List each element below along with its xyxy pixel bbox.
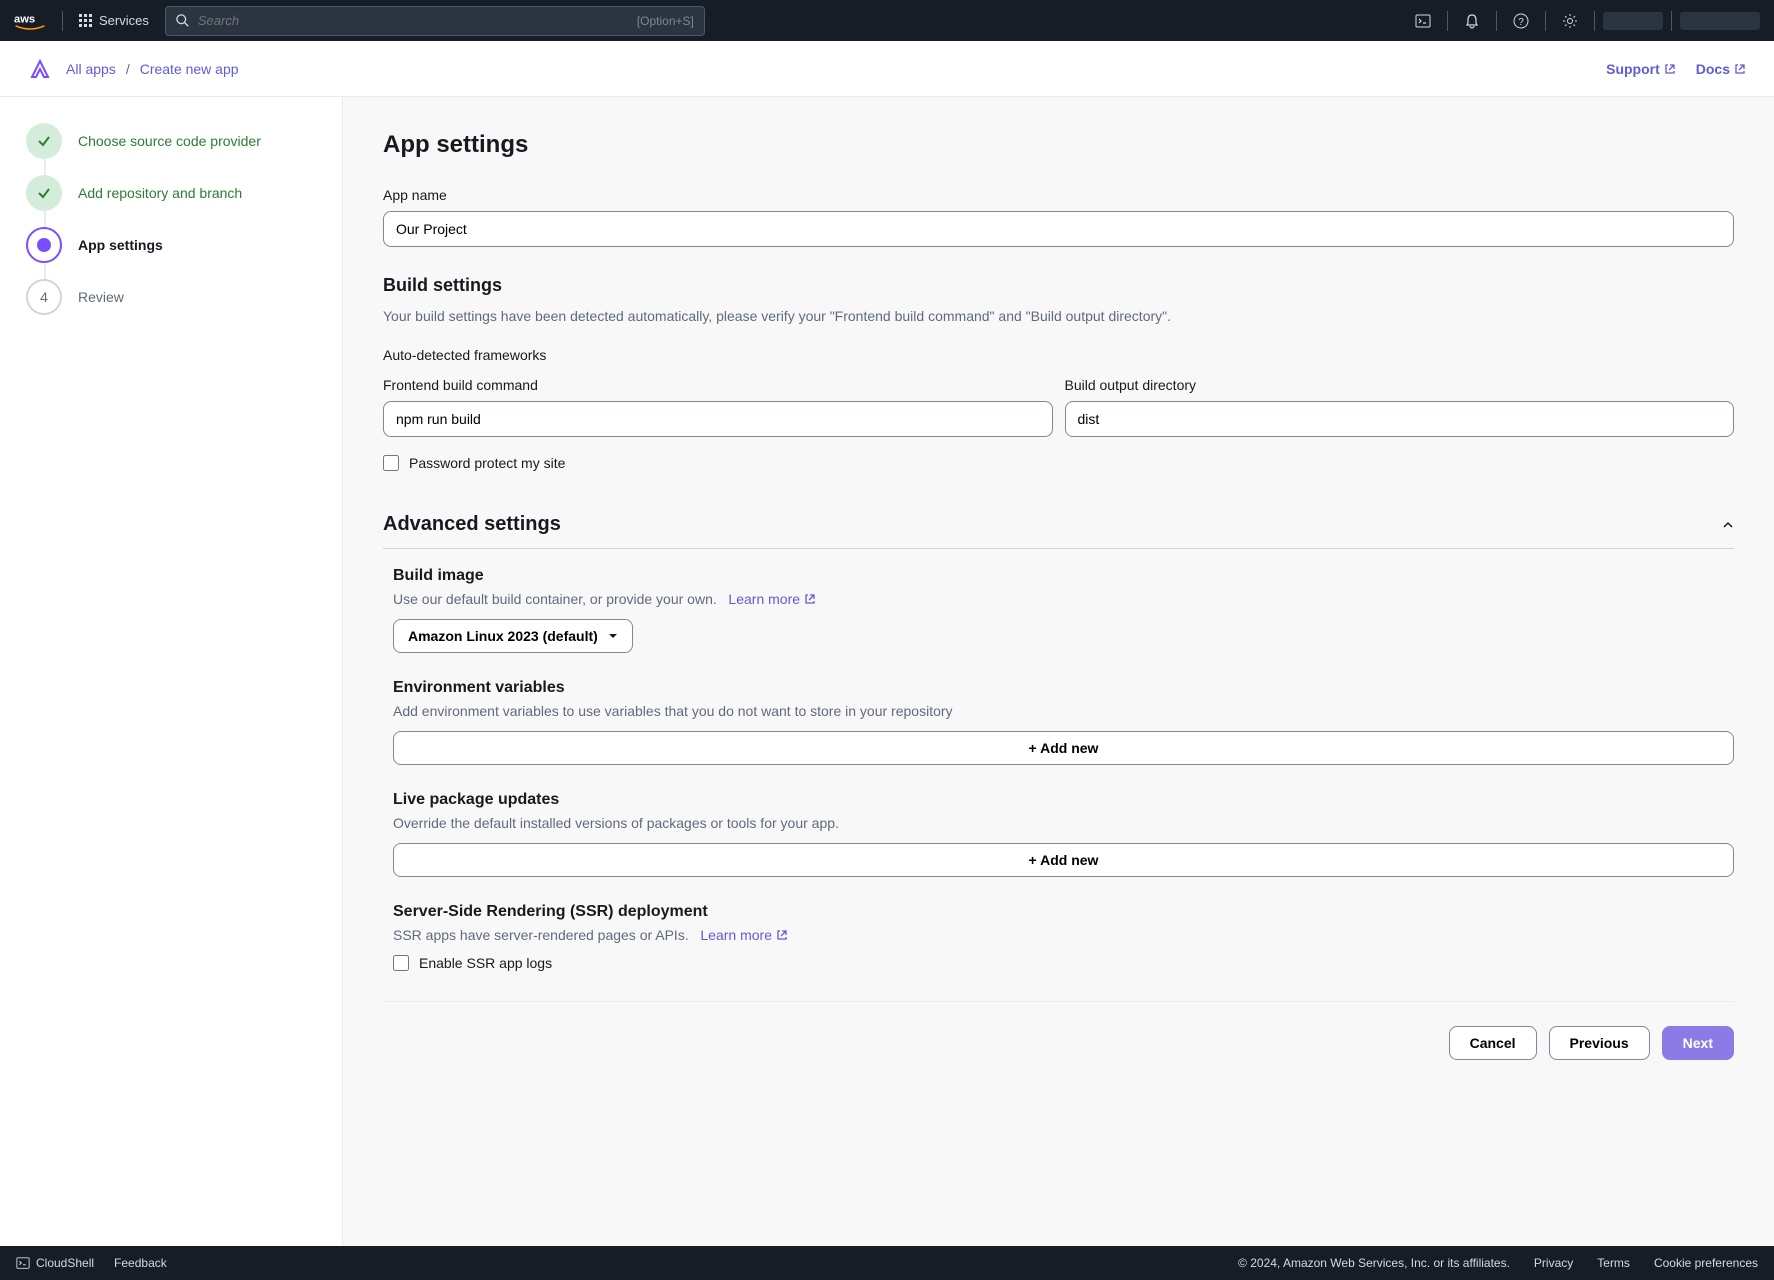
content-area: App settings App name Build settings You… [342,97,1774,1246]
step-repository[interactable]: Add repository and branch [26,175,316,211]
step-label: Add repository and branch [78,185,242,201]
svg-text:?: ? [1518,17,1524,28]
cloudshell-link[interactable]: CloudShell [16,1256,94,1270]
notifications-icon[interactable] [1456,6,1488,36]
build-settings-desc: Your build settings have been detected a… [383,306,1734,327]
search-input[interactable] [198,13,637,28]
build-image-learn-more[interactable]: Learn more [728,591,816,607]
search-box[interactable]: [Option+S] [165,6,705,36]
help-icon[interactable]: ? [1505,6,1537,36]
bottom-bar: CloudShell Feedback © 2024, Amazon Web S… [0,1246,1774,1280]
live-add-new-button[interactable]: + Add new [393,843,1734,877]
build-image-dropdown[interactable]: Amazon Linux 2023 (default) [393,619,633,653]
live-updates-title: Live package updates [393,791,1734,809]
next-button[interactable]: Next [1662,1026,1734,1060]
svg-text:aws: aws [14,13,35,25]
ssr-logs-checkbox[interactable] [393,955,409,971]
breadcrumb: All apps / Create new app [66,61,239,77]
password-protect-checkbox[interactable] [383,455,399,471]
copyright-text: © 2024, Amazon Web Services, Inc. or its… [1238,1256,1510,1270]
advanced-settings-toggle[interactable]: Advanced settings [383,501,1734,549]
previous-button[interactable]: Previous [1549,1026,1650,1060]
build-settings-title: Build settings [383,275,1734,296]
app-name-label: App name [383,187,1734,203]
ssr-logs-label: Enable SSR app logs [419,955,552,971]
settings-icon[interactable] [1554,6,1586,36]
breadcrumb-bar: All apps / Create new app Support Docs [0,41,1774,97]
auto-detect-label: Auto-detected frameworks [383,347,1734,363]
env-vars-title: Environment variables [393,679,1734,697]
support-label: Support [1606,61,1660,77]
cloudshell-icon[interactable] [1407,6,1439,36]
check-icon [37,186,51,200]
learn-more-label: Learn more [700,927,772,943]
grid-icon [79,14,93,28]
env-add-new-button[interactable]: + Add new [393,731,1734,765]
step-source-provider[interactable]: Choose source code provider [26,123,316,159]
services-menu[interactable]: Services [79,13,149,28]
external-link-icon [776,929,788,941]
divider [1594,11,1595,31]
docs-link[interactable]: Docs [1696,61,1746,77]
account-menu[interactable] [1680,12,1760,30]
terms-link[interactable]: Terms [1597,1256,1630,1270]
search-icon [176,14,190,28]
cookie-link[interactable]: Cookie preferences [1654,1256,1758,1270]
cloudshell-icon [16,1256,30,1270]
app-name-input[interactable] [383,211,1734,247]
step-label: Review [78,289,124,305]
search-shortcut-hint: [Option+S] [637,14,694,28]
privacy-link[interactable]: Privacy [1534,1256,1573,1270]
aws-top-nav: aws Services [Option+S] ? [0,0,1774,41]
caret-down-icon [608,631,618,641]
external-link-icon [1664,63,1676,75]
services-label: Services [99,13,149,28]
divider [1447,11,1448,31]
env-vars-desc: Add environment variables to use variabl… [393,703,1734,719]
chevron-up-icon [1722,519,1734,531]
output-dir-label: Build output directory [1065,377,1735,393]
external-link-icon [804,593,816,605]
learn-more-label: Learn more [728,591,800,607]
build-image-title: Build image [393,567,1734,585]
ssr-desc: SSR apps have server-rendered pages or A… [393,927,689,943]
aws-logo[interactable]: aws [14,11,46,31]
step-number: 4 [26,279,62,315]
breadcrumb-all-apps[interactable]: All apps [66,61,116,77]
cancel-button[interactable]: Cancel [1449,1026,1537,1060]
wizard-sidebar: Choose source code provider Add reposito… [0,97,342,1246]
divider [1496,11,1497,31]
cloudshell-label: CloudShell [36,1256,94,1270]
divider [1545,11,1546,31]
check-icon [37,134,51,148]
ssr-title: Server-Side Rendering (SSR) deployment [393,903,1734,921]
page-title: App settings [383,131,1734,159]
feedback-link[interactable]: Feedback [114,1256,167,1270]
wizard-actions: Cancel Previous Next [383,1001,1734,1060]
step-label: App settings [78,237,163,253]
output-dir-input[interactable] [1065,401,1735,437]
docs-label: Docs [1696,61,1730,77]
frontend-cmd-label: Frontend build command [383,377,1053,393]
build-image-selected: Amazon Linux 2023 (default) [408,628,598,644]
amplify-logo-icon [28,57,52,81]
breadcrumb-separator: / [126,61,130,77]
password-protect-label: Password protect my site [409,455,565,471]
external-link-icon [1734,63,1746,75]
live-updates-desc: Override the default installed versions … [393,815,1734,831]
frontend-cmd-input[interactable] [383,401,1053,437]
divider [1671,11,1672,31]
advanced-settings-title: Advanced settings [383,513,561,536]
build-image-desc: Use our default build container, or prov… [393,591,717,607]
ssr-learn-more[interactable]: Learn more [700,927,788,943]
region-selector[interactable] [1603,12,1663,30]
step-label: Choose source code provider [78,133,261,149]
step-app-settings[interactable]: App settings [26,227,316,263]
support-link[interactable]: Support [1606,61,1676,77]
step-review[interactable]: 4 Review [26,279,316,315]
breadcrumb-create-app[interactable]: Create new app [140,61,239,77]
divider [62,11,63,31]
